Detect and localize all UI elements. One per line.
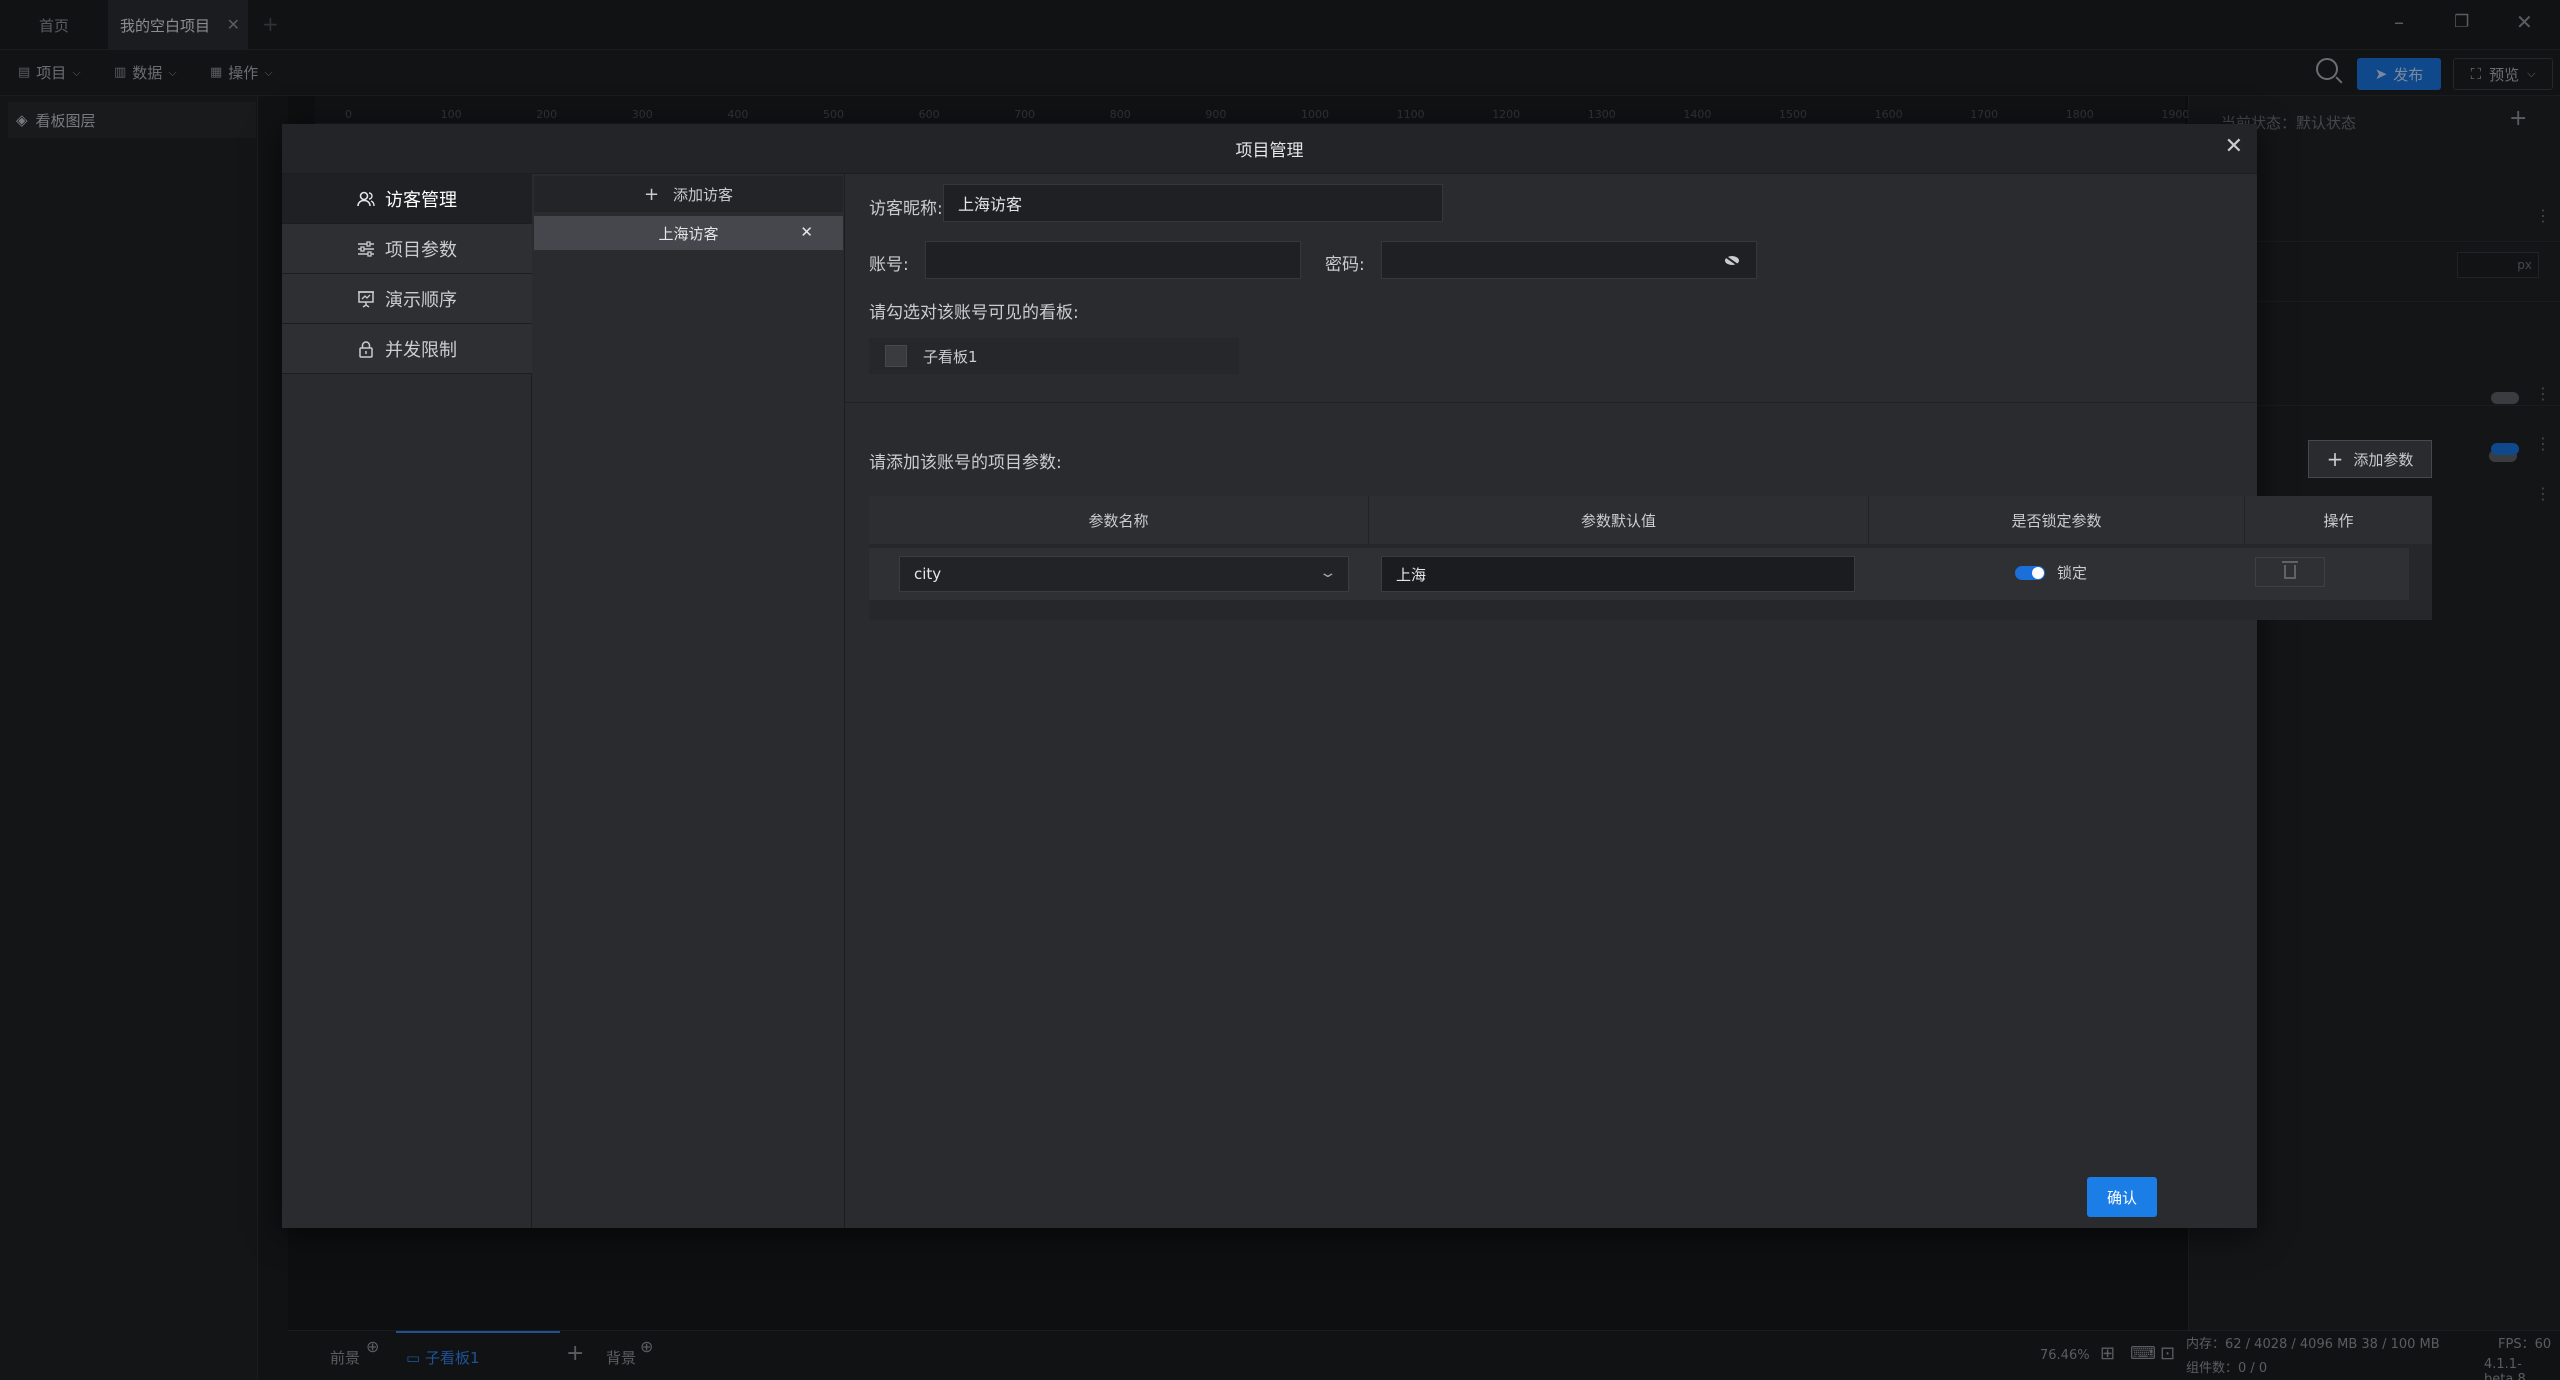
close-icon[interactable]: ✕ [2225, 134, 2243, 159]
lock-toggle[interactable] [2015, 565, 2045, 580]
nickname-input[interactable]: 上海访客 [943, 184, 1443, 222]
params-table: 参数名称 参数默认值 是否锁定参数 操作 city ⌄ 上海 锁定 [869, 496, 2432, 620]
trash-icon [2282, 561, 2298, 579]
nav-concurrency-limit[interactable]: 并发限制 [282, 324, 532, 374]
column-header: 操作 [2245, 496, 2432, 544]
param-default-input[interactable]: 上海 [1381, 556, 1855, 592]
column-header: 是否锁定参数 [1869, 496, 2245, 544]
params-section-label: 请添加该账号的项目参数: [869, 453, 1062, 473]
chevron-down-icon: ⌄ [1318, 565, 1338, 581]
account-label: 账号: [869, 255, 909, 275]
add-param-button[interactable]: + 添加参数 [2308, 440, 2432, 478]
sliders-icon [358, 240, 374, 257]
board-checkbox[interactable] [885, 345, 907, 367]
visitor-list: + 添加访客 上海访客 ✕ [532, 174, 845, 1228]
delete-param-button[interactable] [2255, 557, 2325, 587]
board-option[interactable]: 子看板1 [869, 338, 1239, 374]
confirm-button[interactable]: 确认 [2087, 1177, 2157, 1217]
modal-header: 项目管理 ✕ [282, 124, 2257, 174]
nav-presentation-order[interactable]: 演示顺序 [282, 274, 532, 324]
remove-visitor-icon[interactable]: ✕ [800, 223, 813, 241]
password-label: 密码: [1325, 255, 1365, 275]
lock-icon [359, 340, 373, 358]
section-divider [845, 402, 2257, 403]
plus-icon: + [643, 183, 660, 205]
add-visitor-button[interactable]: + 添加访客 [534, 176, 843, 212]
modal-nav: 访客管理 项目参数 演示顺序 并发限制 [282, 174, 532, 1228]
visitor-item[interactable]: 上海访客 ✕ [534, 216, 843, 250]
nickname-label: 访客昵称: [869, 199, 943, 219]
plus-icon: + [2326, 447, 2344, 471]
modal-title: 项目管理 [1235, 141, 1304, 161]
param-name-select[interactable]: city ⌄ [899, 556, 1349, 592]
column-header: 参数默认值 [1369, 496, 1869, 544]
lock-param-control: 锁定 [2015, 562, 2087, 583]
nav-visitor-management[interactable]: 访客管理 [282, 174, 532, 224]
visitor-icon [357, 191, 375, 206]
presentation-icon [358, 290, 374, 308]
project-management-modal: 项目管理 ✕ 访客管理 项目参数 演示顺序 并发限制 + 添加访客 上海访客 ✕ [282, 124, 2432, 1228]
account-input[interactable] [925, 241, 1301, 279]
eye-hidden-icon[interactable] [1725, 256, 1739, 265]
visitor-detail: 访客昵称: 上海访客 账号: 密码: 请勾选对该账号可见的看板: 子看板1 请添… [845, 174, 2432, 1228]
nav-project-params[interactable]: 项目参数 [282, 224, 532, 274]
column-header: 参数名称 [869, 496, 1369, 544]
boards-label: 请勾选对该账号可见的看板: [869, 303, 1079, 323]
password-input[interactable] [1381, 241, 1757, 279]
table-row: city ⌄ 上海 锁定 [869, 548, 2409, 600]
